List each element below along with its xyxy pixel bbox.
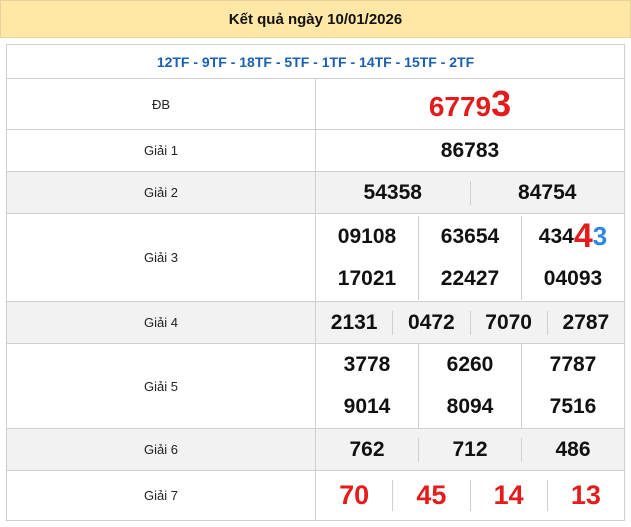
g3-value: 09108	[337, 224, 397, 248]
special-prize-head: 6779	[428, 91, 492, 122]
label-g4: Giải 4	[6, 301, 316, 344]
g4-value: 2787	[546, 310, 624, 335]
g3-highlight-blue: 3	[592, 221, 608, 251]
row-g5: Giải 5 3778 6260 7787 9014 8094 7516	[6, 343, 625, 429]
label-g5: Giải 5	[6, 343, 316, 429]
g3-value: 22427	[418, 257, 521, 300]
row-g3: Giải 3 09108 63654 434 4 3 17021 22427 040…	[6, 213, 625, 302]
row-g1: Giải 1 86783	[6, 129, 625, 172]
g5-value: 8094	[418, 386, 521, 428]
g3-value: 63654	[418, 215, 521, 258]
g1-value: 86783	[315, 129, 625, 172]
g7-value: 70	[339, 480, 370, 510]
codes-row: 12TF - 9TF - 18TF - 5TF - 1TF - 14TF - 1…	[6, 44, 625, 79]
g5-value: 9014	[343, 395, 391, 418]
special-prize-tail: 3	[491, 83, 512, 124]
g4-value: 2131	[330, 310, 378, 334]
g7-value: 13	[546, 480, 624, 511]
g3-value: 04093	[521, 257, 624, 300]
row-g4: Giải 4 2131 0472 7070 2787	[6, 301, 625, 344]
g7-value: 45	[392, 480, 469, 511]
g6-value: 486	[521, 437, 624, 462]
g6-cells: 762 712 486	[315, 428, 625, 471]
row-g6: Giải 6 762 712 486	[6, 428, 625, 471]
lottery-result-panel: Kết quả ngày 10/01/2026 12TF - 9TF - 18T…	[0, 0, 631, 527]
g7-cells: 70 45 14 13	[315, 470, 625, 521]
g3-cells: 09108 63654 434 4 3 17021 22427 04093	[315, 213, 625, 302]
g4-value: 7070	[469, 310, 547, 335]
g3-value: 17021	[337, 266, 397, 290]
row-special: ĐB 67793	[6, 78, 625, 130]
results-table: 12TF - 9TF - 18TF - 5TF - 1TF - 14TF - 1…	[6, 44, 625, 521]
g2-value: 84754	[469, 180, 625, 205]
g5-cells: 3778 6260 7787 9014 8094 7516	[315, 343, 625, 429]
g3-value-prefix: 434	[538, 224, 574, 248]
label-g7: Giải 7	[6, 470, 316, 521]
row-g7: Giải 7 70 45 14 13	[6, 470, 625, 521]
label-g3: Giải 3	[6, 213, 316, 302]
g2-cells: 54358 84754	[315, 171, 625, 214]
label-g1: Giải 1	[6, 129, 316, 172]
ticket-codes: 12TF - 9TF - 18TF - 5TF - 1TF - 14TF - 1…	[6, 44, 625, 79]
g4-cells: 2131 0472 7070 2787	[315, 301, 625, 344]
g3-value-highlight: 434 4 3	[521, 215, 624, 258]
g6-value: 712	[418, 437, 521, 462]
result-title: Kết quả ngày 10/01/2026	[0, 0, 631, 38]
g6-value: 762	[349, 437, 385, 461]
g5-value: 7516	[521, 386, 624, 428]
g5-value: 7787	[521, 344, 624, 386]
g5-value: 6260	[418, 344, 521, 386]
row-g2: Giải 2 54358 84754	[6, 171, 625, 214]
label-special: ĐB	[6, 78, 316, 130]
label-g2: Giải 2	[6, 171, 316, 214]
g3-highlight-red: 4	[573, 217, 593, 255]
g5-value: 3778	[343, 353, 391, 376]
g2-value: 54358	[363, 180, 422, 204]
special-prize: 67793	[315, 78, 625, 130]
label-g6: Giải 6	[6, 428, 316, 471]
g7-value: 14	[469, 480, 547, 511]
g4-value: 0472	[392, 310, 469, 335]
